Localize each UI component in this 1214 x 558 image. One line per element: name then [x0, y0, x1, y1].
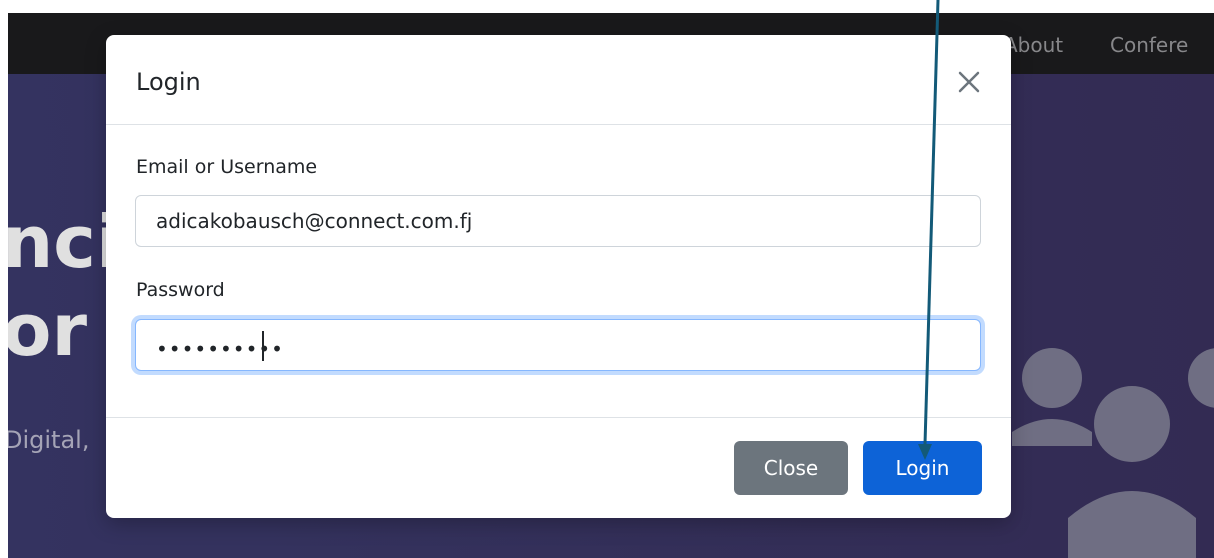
- login-modal: Login Email or Username Password •••••••…: [106, 35, 1011, 518]
- password-mask: ••••••••••: [156, 337, 284, 361]
- close-icon[interactable]: [952, 65, 986, 99]
- screenshot-frame: About Confere nci or Digital, Login Emai…: [0, 0, 1214, 558]
- close-button[interactable]: Close: [734, 441, 848, 495]
- username-label: Email or Username: [136, 156, 318, 178]
- login-button[interactable]: Login: [863, 441, 982, 495]
- modal-footer-divider: [106, 417, 1011, 418]
- username-input[interactable]: [135, 195, 981, 247]
- password-label: Password: [136, 279, 225, 301]
- modal-title: Login: [136, 68, 201, 96]
- text-caret: [262, 331, 264, 361]
- modal-header: Login: [106, 35, 1011, 125]
